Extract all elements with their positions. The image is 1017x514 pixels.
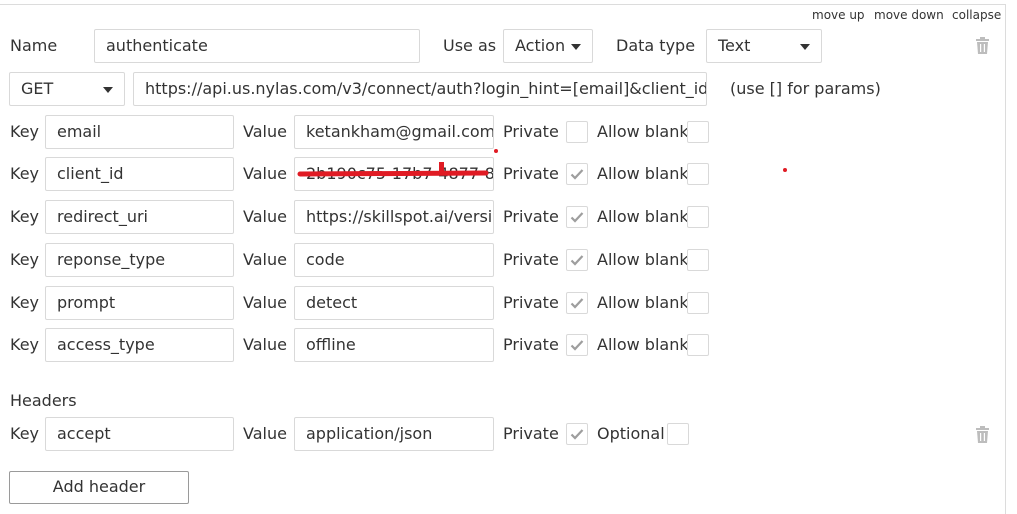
private-label: Private [503, 207, 559, 226]
private-checkbox[interactable] [566, 334, 588, 356]
allow-blank-checkbox[interactable] [687, 206, 709, 228]
key-input[interactable]: reponse_type [45, 243, 234, 277]
chevron-down-icon [103, 87, 113, 93]
key-input[interactable]: accept [45, 417, 234, 451]
data-type-dropdown[interactable]: Text [706, 29, 822, 63]
redaction-mark [297, 162, 489, 177]
allow-blank-checkbox[interactable] [687, 249, 709, 271]
checkmark-icon [570, 169, 584, 180]
value-input[interactable]: ketankham@gmail.com [294, 115, 494, 149]
value-input[interactable]: detect [294, 286, 494, 320]
collapse-link[interactable]: collapse [952, 8, 1001, 22]
use-as-label: Use as [443, 36, 497, 55]
value-label: Value [243, 250, 287, 269]
key-label: Key [10, 164, 40, 183]
allow-blank-label: Allow blank [597, 250, 689, 269]
value-input[interactable]: offline [294, 328, 494, 362]
key-input[interactable]: redirect_uri [45, 200, 234, 234]
optional-checkbox[interactable] [667, 423, 689, 445]
data-type-value: Text [718, 36, 751, 55]
url-hint: (use [] for params) [730, 79, 881, 98]
red-dot [494, 149, 498, 153]
add-header-button[interactable]: Add header [9, 471, 189, 504]
private-checkbox[interactable] [566, 206, 588, 228]
method-value: GET [21, 79, 54, 98]
allow-blank-checkbox[interactable] [687, 334, 709, 356]
private-label: Private [503, 122, 559, 141]
key-input[interactable]: access_type [45, 328, 234, 362]
checkmark-icon [570, 212, 584, 223]
allow-blank-label: Allow blank [597, 207, 689, 226]
use-as-value: Action [515, 36, 566, 55]
move-down-link[interactable]: move down [874, 8, 944, 22]
url-input[interactable]: https://api.us.nylas.com/v3/connect/auth… [133, 72, 707, 106]
key-input[interactable]: email [45, 115, 234, 149]
trash-icon[interactable] [975, 37, 990, 54]
allow-blank-checkbox[interactable] [687, 121, 709, 143]
checkmark-icon [570, 298, 584, 309]
private-checkbox[interactable] [566, 163, 588, 185]
value-label: Value [243, 293, 287, 312]
trash-icon[interactable] [975, 426, 990, 443]
private-label: Private [503, 293, 559, 312]
value-label: Value [243, 335, 287, 354]
key-label: Key [10, 207, 40, 226]
value-label: Value [243, 164, 287, 183]
private-label: Private [503, 250, 559, 269]
key-label: Key [10, 424, 40, 443]
private-checkbox[interactable] [566, 423, 588, 445]
checkmark-icon [570, 340, 584, 351]
move-up-link[interactable]: move up [812, 8, 865, 22]
private-label: Private [503, 335, 559, 354]
allow-blank-label: Allow blank [597, 122, 689, 141]
name-label: Name [10, 36, 58, 55]
value-label: Value [243, 207, 287, 226]
headers-title: Headers [10, 391, 77, 410]
checkmark-icon [570, 429, 584, 440]
key-label: Key [10, 293, 40, 312]
key-label: Key [10, 250, 40, 269]
value-label: Value [243, 424, 287, 443]
value-input[interactable]: https://skillspot.ai/version [294, 200, 494, 234]
key-input[interactable]: prompt [45, 286, 234, 320]
allow-blank-label: Allow blank [597, 335, 689, 354]
red-dot [783, 168, 787, 172]
key-input[interactable]: client_id [45, 157, 234, 191]
chevron-down-icon [800, 44, 810, 50]
allow-blank-label: Allow blank [597, 293, 689, 312]
use-as-dropdown[interactable]: Action [503, 29, 593, 63]
allow-blank-label: Allow blank [597, 164, 689, 183]
private-checkbox[interactable] [566, 249, 588, 271]
allow-blank-checkbox[interactable] [687, 163, 709, 185]
data-type-label: Data type [616, 36, 696, 55]
checkmark-icon [570, 255, 584, 266]
key-label: Key [10, 122, 40, 141]
allow-blank-checkbox[interactable] [687, 292, 709, 314]
private-label: Private [503, 164, 559, 183]
private-checkbox[interactable] [566, 121, 588, 143]
private-label: Private [503, 424, 559, 443]
optional-label: Optional [597, 424, 665, 443]
chevron-down-icon [571, 44, 581, 50]
value-label: Value [243, 122, 287, 141]
value-input[interactable]: code [294, 243, 494, 277]
private-checkbox[interactable] [566, 292, 588, 314]
method-dropdown[interactable]: GET [9, 72, 125, 106]
key-label: Key [10, 335, 40, 354]
name-input[interactable]: authenticate [94, 29, 420, 63]
value-input[interactable]: application/json [294, 417, 494, 451]
